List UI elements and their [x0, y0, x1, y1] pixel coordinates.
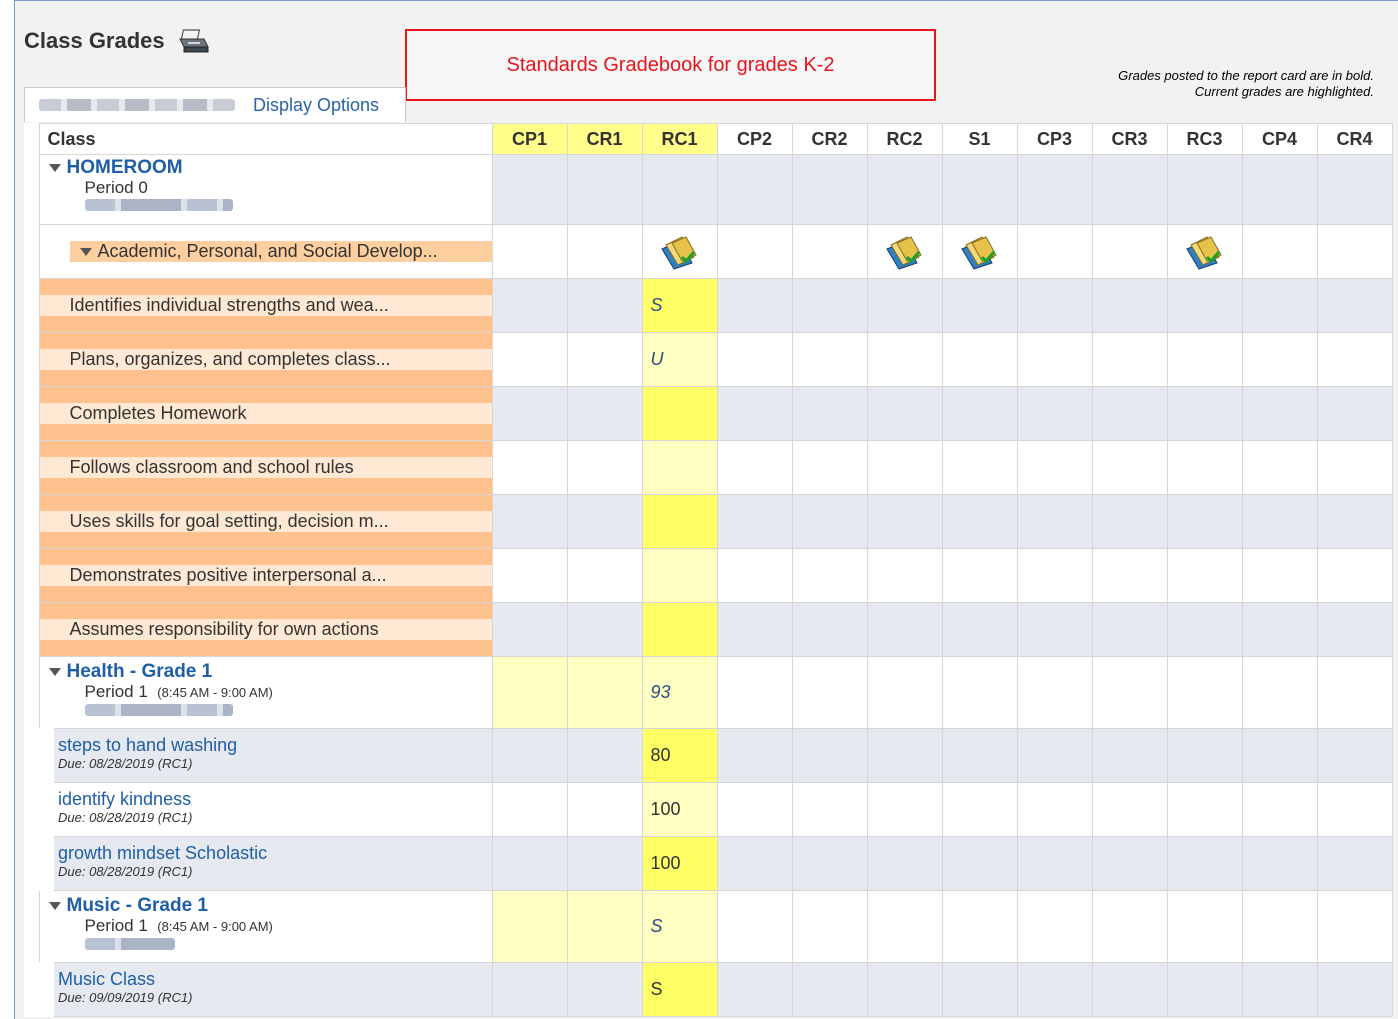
class-row-health: Health - Grade 1 Period 1 (8:45 AM - 9:0…	[38, 656, 1393, 729]
grade-cell-rc1[interactable]	[641, 440, 718, 495]
assignment-due: Due: 08/28/2019 (RC1)	[58, 864, 193, 879]
assignment-due: Due: 09/09/2019 (RC1)	[58, 990, 193, 1005]
assignment-due: Due: 08/28/2019 (RC1)	[58, 756, 193, 771]
grade-cell-rc1[interactable]: 93	[641, 656, 718, 729]
display-options-link[interactable]: Display Options	[253, 95, 379, 116]
standard-row: Plans, organizes, and completes class...…	[38, 332, 1393, 387]
standards-book-icon[interactable]	[943, 233, 1017, 271]
class-cell-music: Music - Grade 1 Period 1 (8:45 AM - 9:00…	[38, 890, 493, 963]
assignment-due: Due: 08/28/2019 (RC1)	[58, 810, 193, 825]
class-row-homeroom: HOMEROOM Period 0	[38, 154, 1393, 225]
period-time: (8:45 AM - 9:00 AM)	[157, 685, 273, 700]
standards-book-icon[interactable]	[643, 233, 717, 271]
class-link-music[interactable]: Music - Grade 1	[67, 895, 209, 917]
student-name-redacted	[39, 99, 235, 111]
standard-group-row: Academic, Personal, and Social Develop..…	[38, 224, 1393, 279]
standard-label: Uses skills for goal setting, decision m…	[69, 511, 389, 531]
grade-cell-rc1[interactable]: 80	[641, 728, 718, 783]
term-header-rc3: RC3	[1166, 123, 1243, 155]
class-name-music[interactable]: Music - Grade 1	[40, 895, 492, 917]
grades-table: Class CP1 CR1 RC1 CP2 CR2 RC2 S1 CP3 CR3…	[24, 123, 1393, 1017]
standard-label: Identifies individual strengths and wea.…	[69, 295, 389, 315]
standard-row: Identifies individual strengths and wea.…	[38, 278, 1393, 333]
header-row: Class CP1 CR1 RC1 CP2 CR2 RC2 S1 CP3 CR3…	[38, 123, 1393, 155]
grade-cell-rc1[interactable]: S	[641, 890, 718, 963]
grade-cell-rc1[interactable]: S	[641, 962, 718, 1017]
class-link-health[interactable]: Health - Grade 1	[67, 661, 213, 683]
standard-row: Follows classroom and school rules	[38, 440, 1393, 495]
legend-bold-note: Grades posted to the report card are in …	[1118, 68, 1374, 83]
class-period: Period 1 (8:45 AM - 9:00 AM)	[85, 917, 492, 936]
period-label: Period 1	[84, 916, 148, 935]
teacher-name-redacted	[84, 704, 233, 716]
standard-label: Plans, organizes, and completes class...	[69, 349, 391, 369]
term-header-cr1: CR1	[566, 123, 643, 155]
standard-label: Demonstrates positive interpersonal a...	[69, 565, 387, 585]
period-time: (8:45 AM - 9:00 AM)	[157, 919, 273, 934]
grade-cell-rc1[interactable]: U	[641, 332, 718, 387]
class-row-music: Music - Grade 1 Period 1 (8:45 AM - 9:00…	[38, 890, 1393, 963]
standard-row: Assumes responsibility for own actions	[38, 602, 1393, 657]
term-header-cr3: CR3	[1091, 123, 1168, 155]
class-column-header: Class	[38, 123, 493, 155]
term-header-s1: S1	[941, 123, 1018, 155]
class-name-homeroom[interactable]: HOMEROOM	[40, 157, 492, 179]
class-period: Period 0	[84, 178, 148, 197]
page-title: Class Grades	[24, 28, 165, 53]
assignment-row: identify kindness Due: 08/28/2019 (RC1) …	[24, 782, 1393, 837]
standard-label: Assumes responsibility for own actions	[69, 619, 379, 639]
assignment-row: steps to hand washing Due: 08/28/2019 (R…	[24, 728, 1393, 783]
standards-book-icon[interactable]	[868, 233, 942, 271]
teacher-name-redacted	[84, 199, 233, 211]
class-cell-health: Health - Grade 1 Period 1 (8:45 AM - 9:0…	[38, 656, 493, 729]
title-row: Class Grades	[24, 26, 211, 56]
triangle-down-icon[interactable]	[48, 164, 61, 172]
term-header-cp3: CP3	[1016, 123, 1093, 155]
grade-cell-rc1[interactable]	[641, 386, 718, 441]
grade-cell-rc1[interactable]	[641, 548, 718, 603]
standards-book-icon[interactable]	[1168, 233, 1242, 271]
triangle-down-icon[interactable]	[79, 247, 92, 256]
triangle-down-icon[interactable]	[48, 902, 61, 910]
grade-cell-rc1[interactable]: S	[641, 278, 718, 333]
assignment-row: Music Class Due: 09/09/2019 (RC1) S	[24, 962, 1393, 1017]
term-header-cr2: CR2	[791, 123, 868, 155]
standard-label: Follows classroom and school rules	[69, 457, 354, 477]
assignment-link[interactable]: steps to hand washing	[58, 735, 492, 755]
standard-group-header[interactable]: Academic, Personal, and Social Develop..…	[69, 241, 492, 262]
grade-cell-rc1[interactable]: 100	[641, 836, 718, 891]
term-header-cr4: CR4	[1316, 123, 1393, 155]
legend-highlight-note: Current grades are highlighted.	[1194, 84, 1374, 99]
assignment-link[interactable]: growth mindset Scholastic	[58, 843, 492, 863]
triangle-down-icon[interactable]	[48, 668, 61, 676]
student-tab: Display Options	[24, 87, 406, 122]
term-header-rc1: RC1	[641, 123, 718, 155]
term-header-rc2: RC2	[866, 123, 943, 155]
standard-group-label: Academic, Personal, and Social Develop..…	[97, 241, 438, 261]
class-period: Period 1 (8:45 AM - 9:00 AM)	[85, 683, 492, 702]
printer-icon[interactable]	[177, 27, 211, 55]
class-name-health[interactable]: Health - Grade 1	[40, 661, 492, 683]
grade-cell-rc1[interactable]	[641, 602, 718, 657]
standard-label: Completes Homework	[69, 403, 247, 423]
teacher-name-redacted	[84, 938, 175, 950]
standard-row: Uses skills for goal setting, decision m…	[38, 494, 1393, 549]
grade-cell-rc1[interactable]	[641, 494, 718, 549]
standard-row: Completes Homework	[38, 386, 1393, 441]
class-cell-homeroom: HOMEROOM Period 0	[38, 154, 493, 225]
assignment-link[interactable]: Music Class	[58, 969, 492, 989]
standards-gradebook-banner: Standards Gradebook for grades K-2	[405, 29, 936, 101]
standard-row: Demonstrates positive interpersonal a...	[38, 548, 1393, 603]
assignment-link[interactable]: identify kindness	[58, 789, 492, 809]
class-link-homeroom[interactable]: HOMEROOM	[67, 157, 183, 179]
assignment-row: growth mindset Scholastic Due: 08/28/201…	[24, 836, 1393, 891]
grade-legend: Grades posted to the report card are in …	[1118, 68, 1374, 100]
grade-cell-rc1[interactable]: 100	[641, 782, 718, 837]
term-header-cp4: CP4	[1241, 123, 1318, 155]
period-label: Period 1	[84, 682, 148, 701]
term-header-cp1: CP1	[491, 123, 568, 155]
term-header-cp2: CP2	[716, 123, 793, 155]
